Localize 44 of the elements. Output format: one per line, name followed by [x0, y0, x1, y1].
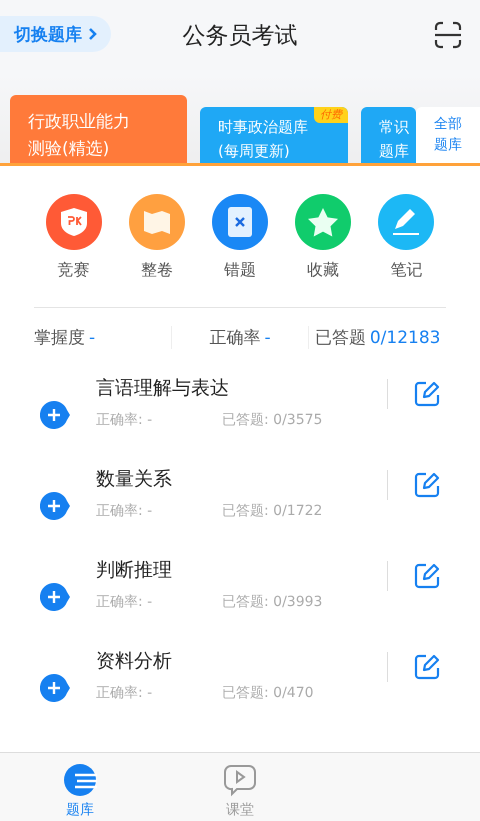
edit-icon [414, 381, 440, 407]
edit-button[interactable] [387, 652, 440, 682]
stat-text: 掌握度 - [34, 327, 96, 349]
edit-icon [414, 472, 440, 498]
play-chat-icon [223, 763, 257, 797]
answered-text: 已答题: 0/3575 [222, 411, 322, 429]
stat-text: 已答题 0/12183 [314, 327, 440, 349]
edit-button[interactable] [387, 379, 440, 409]
edit-button[interactable] [387, 470, 440, 500]
nav-tab[interactable]: 课堂 [160, 753, 320, 821]
answered-text: 已答题: 0/470 [222, 684, 314, 702]
answered-text: 已答题: 0/3993 [222, 593, 322, 611]
accuracy-text: 正确率: - [96, 502, 154, 520]
expand-icon[interactable] [40, 492, 70, 520]
edit-button[interactable] [387, 561, 440, 591]
all-banks-button[interactable]: 全部题库 [416, 107, 480, 163]
chevron-icon [88, 27, 97, 41]
map-icon [142, 208, 172, 236]
list-icon [63, 763, 97, 797]
accuracy-text: 正确率: - [96, 593, 154, 611]
subject-name: 言语理解与表达 [96, 376, 230, 401]
scan-icon[interactable] [434, 21, 462, 49]
subject-name: 资料分析 [96, 649, 173, 674]
paid-badge: 付费 [314, 107, 348, 124]
expand-icon[interactable] [40, 401, 70, 429]
page-title: 公务员考试 [182, 22, 298, 50]
expand-icon[interactable] [40, 583, 70, 611]
subject-name: 判断推理 [96, 558, 173, 583]
star-icon [307, 207, 340, 237]
nav-tab[interactable]: 题库 [0, 753, 160, 821]
switch-bank-button[interactable]: 切换题库 [0, 16, 111, 52]
subject-name: 数量关系 [96, 467, 173, 492]
shield-icon [60, 207, 88, 237]
card-icon [226, 206, 253, 238]
expand-icon[interactable] [40, 674, 70, 702]
edit-icon [414, 654, 440, 680]
answered-text: 已答题: 0/1722 [222, 502, 322, 520]
bank-card[interactable]: 常识 题库 [361, 107, 416, 163]
stat-text: 正确率 - [209, 327, 271, 349]
bank-card[interactable]: 付费 时事政治题库 (每周更新) [200, 107, 348, 163]
bank-card[interactable]: 行政职业能力 测验(精选) [10, 95, 187, 163]
accuracy-text: 正确率: - [96, 684, 154, 702]
accuracy-text: 正确率: - [96, 411, 154, 429]
edit-icon [414, 563, 440, 589]
